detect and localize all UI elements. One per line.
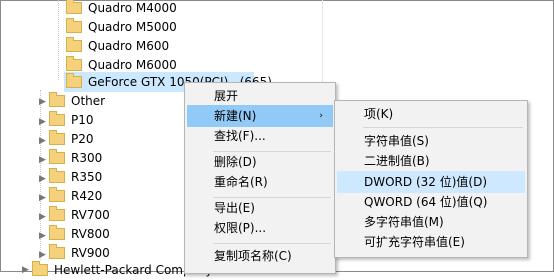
context-menu: 展开 新建(N) › 查找(F)... 删除(D) 重命名(R) 导出(E) 权限… xyxy=(184,82,336,274)
folder-icon xyxy=(49,205,65,221)
menu-item-label: 多字符串值(M) xyxy=(364,215,444,229)
tree-item-rv700[interactable]: RV700 xyxy=(49,205,110,225)
menu-item-label: QWORD (64 位)值(Q) xyxy=(364,195,488,209)
menu-item-label: 复制项名称(C) xyxy=(214,249,292,263)
menu-item-label: DWORD (32 位)值(D) xyxy=(364,175,487,189)
submenu-item-key[interactable]: 项(K) xyxy=(337,103,525,125)
tree-item-label: P10 xyxy=(71,113,94,127)
menu-item-label: 可扩充字符串值(E) xyxy=(364,235,465,249)
submenu-item-multi-string-value[interactable]: 多字符串值(M) xyxy=(337,211,525,233)
submenu-item-string-value[interactable]: 字符串值(S) xyxy=(337,130,525,152)
tree-item-other[interactable]: Other xyxy=(49,91,105,111)
menu-item-label: 展开 xyxy=(214,89,239,103)
tree-item-label: R420 xyxy=(71,189,103,203)
tree-item-label: P20 xyxy=(71,132,94,146)
chevron-right-icon[interactable]: ▶ xyxy=(22,264,30,276)
chevron-right-icon[interactable]: ▶ xyxy=(39,230,47,242)
menu-item-copy-key-name[interactable]: 复制项名称(C) xyxy=(187,245,333,267)
chevron-right-icon[interactable]: ▶ xyxy=(39,154,47,166)
folder-icon xyxy=(49,186,65,202)
folder-icon xyxy=(49,243,65,259)
menu-item-rename[interactable]: 重命名(R) xyxy=(187,171,333,193)
menu-separator xyxy=(363,127,523,128)
folder-icon xyxy=(49,91,65,107)
tree-item-p20[interactable]: P20 xyxy=(49,129,94,149)
tree-item-label: RV800 xyxy=(71,227,110,241)
folder-icon xyxy=(66,17,82,33)
menu-item-label: 查找(F)... xyxy=(214,129,266,143)
chevron-right-icon[interactable]: ▶ xyxy=(39,192,47,204)
folder-icon xyxy=(49,110,65,126)
folder-icon xyxy=(66,36,82,52)
tree-item-r300[interactable]: R300 xyxy=(49,148,102,168)
tree-item-r420[interactable]: R420 xyxy=(49,186,102,206)
menu-item-label: 导出(E) xyxy=(214,201,255,215)
tree-item-label: R300 xyxy=(71,151,103,165)
submenu-item-expandable-string-value[interactable]: 可扩充字符串值(E) xyxy=(337,231,525,253)
menu-item-label: 字符串值(S) xyxy=(364,134,429,148)
submenu-item-dword-value[interactable]: DWORD (32 位)值(D) xyxy=(337,171,525,193)
folder-icon xyxy=(49,129,65,145)
folder-icon xyxy=(49,148,65,164)
chevron-right-icon[interactable]: ▶ xyxy=(39,135,47,147)
menu-item-label: 二进制值(B) xyxy=(364,154,430,168)
tree-item-rv800[interactable]: RV800 xyxy=(49,224,110,244)
tree-item-label: RV900 xyxy=(71,246,110,260)
menu-item-expand[interactable]: 展开 xyxy=(187,85,333,107)
chevron-right-icon[interactable]: ▶ xyxy=(39,173,47,185)
tree-guide-line xyxy=(58,0,59,80)
submenu-item-qword-value[interactable]: QWORD (64 位)值(Q) xyxy=(337,191,525,213)
menu-item-new[interactable]: 新建(N) › xyxy=(187,105,333,127)
chevron-right-icon: › xyxy=(319,111,323,121)
menu-item-label: 权限(P)... xyxy=(214,221,267,235)
folder-icon xyxy=(49,167,65,183)
tree-item-quadro-m4000[interactable]: Quadro M4000 xyxy=(66,0,177,18)
menu-item-permissions[interactable]: 权限(P)... xyxy=(187,217,333,239)
folder-icon xyxy=(66,55,82,71)
folder-icon xyxy=(66,72,82,88)
tree-item-label: RV700 xyxy=(71,208,110,222)
folder-icon xyxy=(66,0,82,14)
menu-separator xyxy=(213,243,331,244)
tree-item-p10[interactable]: P10 xyxy=(49,110,94,130)
tree-item-label: Quadro M600 xyxy=(88,39,170,53)
tree-item-quadro-m5000[interactable]: Quadro M5000 xyxy=(66,17,177,37)
menu-item-label: 删除(D) xyxy=(214,155,257,169)
tree-item-label: Other xyxy=(71,94,106,108)
new-submenu: 项(K) 字符串值(S) 二进制值(B) DWORD (32 位)值(D) QW… xyxy=(334,100,528,258)
folder-icon xyxy=(32,260,48,276)
tree-item-label: Quadro M5000 xyxy=(88,20,177,34)
menu-item-export[interactable]: 导出(E) xyxy=(187,197,333,219)
menu-item-label: 重命名(R) xyxy=(214,175,268,189)
submenu-item-binary-value[interactable]: 二进制值(B) xyxy=(337,150,525,172)
chevron-right-icon[interactable]: ▶ xyxy=(39,211,47,223)
chevron-right-icon[interactable]: ▶ xyxy=(39,116,47,128)
tree-item-label: R350 xyxy=(71,170,103,184)
menu-item-delete[interactable]: 删除(D) xyxy=(187,151,333,173)
tree-item-label: Quadro M4000 xyxy=(88,1,177,15)
tree-item-r350[interactable]: R350 xyxy=(49,167,102,187)
folder-icon xyxy=(49,224,65,240)
chevron-right-icon[interactable]: ▶ xyxy=(39,96,47,108)
menu-item-find[interactable]: 查找(F)... xyxy=(187,125,333,147)
menu-item-label: 项(K) xyxy=(364,107,394,121)
tree-item-quadro-m600[interactable]: Quadro M600 xyxy=(66,36,169,56)
menu-item-label: 新建(N) xyxy=(214,109,257,123)
tree-item-label: Quadro M6000 xyxy=(88,58,177,72)
